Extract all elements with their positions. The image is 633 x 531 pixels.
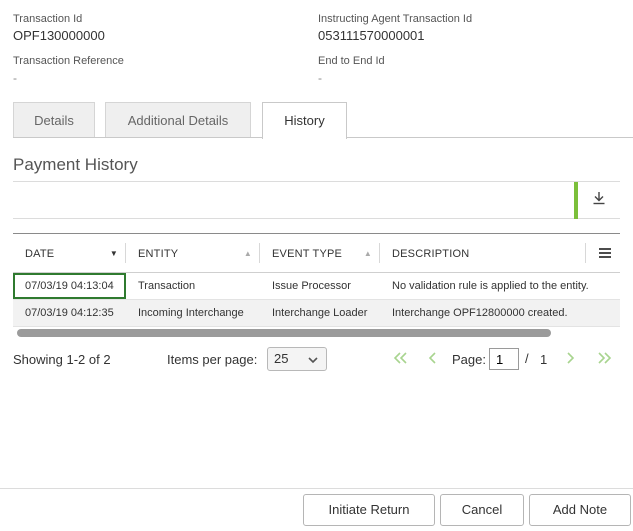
table-row[interactable]: 07/03/19 04:13:04 Transaction Issue Proc…	[13, 273, 620, 300]
chevron-left-icon	[427, 352, 439, 369]
column-header-event-type[interactable]: EVENT TYPE ▲	[260, 234, 380, 272]
total-pages: 1	[540, 352, 548, 367]
column-separator	[585, 243, 586, 263]
page-separator: /	[525, 351, 529, 366]
download-icon	[591, 190, 607, 211]
add-note-button[interactable]: Add Note	[529, 494, 631, 526]
instructing-agent-transaction-id-field: Instructing Agent Transaction Id 0531115…	[318, 12, 472, 45]
cell-date[interactable]: 07/03/19 04:13:04	[13, 273, 126, 299]
page-label: Page:	[452, 352, 486, 367]
tab-additional-details[interactable]: Additional Details	[105, 102, 251, 137]
grid-toolbar	[13, 181, 620, 219]
double-chevron-right-icon	[596, 352, 614, 369]
first-page-button[interactable]	[391, 350, 409, 369]
column-header-date-label: DATE	[25, 248, 55, 260]
column-header-date[interactable]: DATE ▼	[13, 234, 126, 272]
transaction-id-value: OPF130000000	[13, 28, 105, 43]
end-to-end-id-label: End to End Id	[318, 55, 385, 67]
cell-description[interactable]: Interchange OPF12800000 created.	[380, 300, 620, 326]
transaction-id-label: Transaction Id	[13, 13, 83, 25]
column-header-entity[interactable]: ENTITY ▲	[126, 234, 260, 272]
cell-event-type[interactable]: Issue Processor	[260, 273, 380, 299]
sort-icon: ▲	[363, 249, 372, 258]
horizontal-scrollbar[interactable]	[17, 329, 551, 337]
pagination-bar: Showing 1-2 of 2 Items per page: 25 Page…	[13, 346, 620, 374]
grid-header: DATE ▼ ENTITY ▲ EVENT TYPE ▲ DESCRIPTION	[13, 234, 620, 273]
items-per-page-label: Items per page:	[167, 352, 258, 367]
chevron-down-icon	[307, 352, 319, 374]
cell-date[interactable]: 07/03/19 04:12:35	[13, 300, 126, 326]
initiate-return-button[interactable]: Initiate Return	[303, 494, 435, 526]
end-to-end-id-field: End to End Id -	[318, 54, 385, 87]
transaction-reference-value: -	[13, 71, 17, 85]
hamburger-menu-icon	[596, 248, 614, 266]
column-header-description[interactable]: DESCRIPTION	[380, 234, 586, 272]
cancel-button[interactable]: Cancel	[440, 494, 524, 526]
transaction-reference-field: Transaction Reference -	[13, 54, 124, 87]
footer-divider	[0, 488, 633, 489]
double-chevron-left-icon	[391, 352, 409, 369]
page-number-input[interactable]	[489, 348, 519, 370]
tab-details[interactable]: Details	[13, 102, 95, 137]
column-header-event-type-label: EVENT TYPE	[272, 248, 343, 260]
column-header-entity-label: ENTITY	[138, 248, 179, 260]
table-row[interactable]: 07/03/19 04:12:35 Incoming Interchange I…	[13, 300, 620, 327]
cell-entity[interactable]: Incoming Interchange	[126, 300, 260, 326]
download-button[interactable]	[578, 182, 620, 219]
chevron-right-icon	[564, 352, 576, 369]
pagination-summary: Showing 1-2 of 2	[13, 352, 111, 367]
instructing-agent-transaction-id-label: Instructing Agent Transaction Id	[318, 13, 473, 25]
transaction-reference-label: Transaction Reference	[13, 55, 124, 67]
previous-page-button[interactable]	[427, 350, 439, 369]
cell-description[interactable]: No validation rule is applied to the ent…	[380, 273, 620, 299]
next-page-button[interactable]	[564, 350, 576, 369]
column-header-description-label: DESCRIPTION	[392, 248, 470, 260]
end-to-end-id-value: -	[318, 71, 322, 85]
transaction-id-field: Transaction Id OPF130000000	[13, 12, 105, 45]
items-per-page-value: 25	[274, 351, 289, 366]
column-menu-button[interactable]	[596, 244, 614, 262]
sort-icon: ▲	[243, 249, 252, 258]
section-title: Payment History	[13, 155, 138, 174]
cell-entity[interactable]: Transaction	[126, 273, 260, 299]
payment-history-grid: DATE ▼ ENTITY ▲ EVENT TYPE ▲ DESCRIPTION	[13, 233, 620, 337]
items-per-page-select[interactable]: 25	[267, 347, 327, 371]
instructing-agent-transaction-id-value: 053111570000001	[318, 28, 425, 43]
cell-event-type[interactable]: Interchange Loader	[260, 300, 380, 326]
last-page-button[interactable]	[596, 350, 614, 369]
sort-descending-icon: ▼	[109, 249, 118, 258]
tab-history[interactable]: History	[262, 102, 347, 139]
tab-bar: Details Additional Details History	[13, 102, 633, 139]
